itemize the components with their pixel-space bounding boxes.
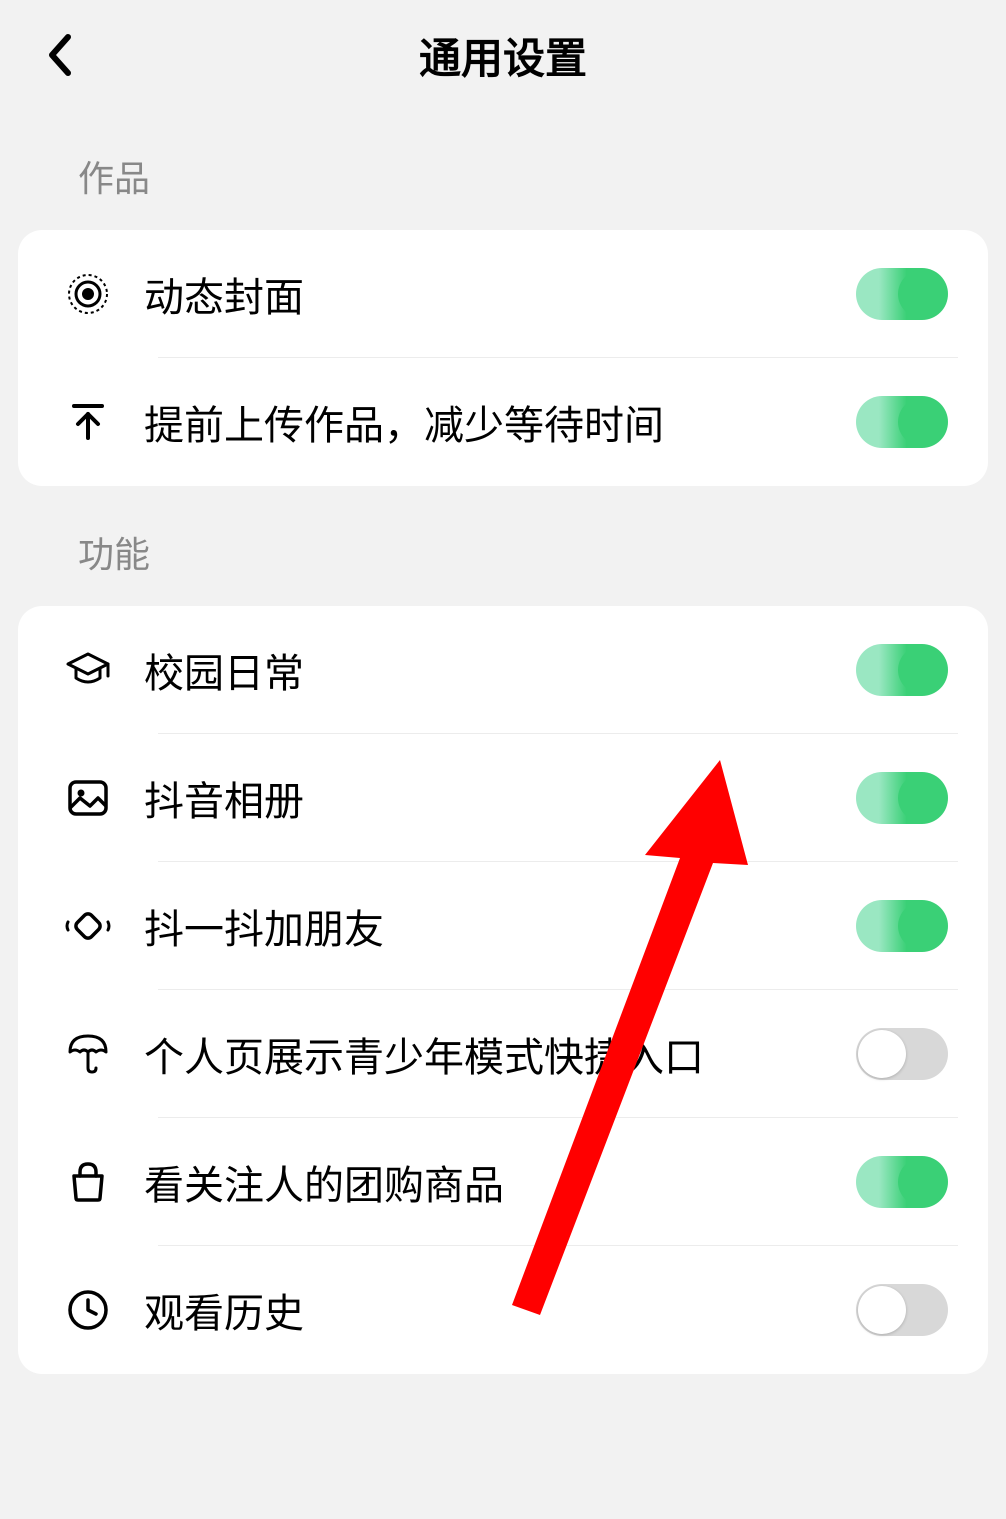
upload-icon — [64, 398, 112, 446]
header: 通用设置 — [0, 0, 1006, 110]
row-label: 个人页展示青少年模式快捷入口 — [144, 1025, 856, 1083]
settings-row-history: 观看历史 — [18, 1246, 988, 1374]
settings-row-preupload: 提前上传作品，减少等待时间 — [18, 358, 988, 486]
toggle-dynamic-cover[interactable] — [856, 268, 948, 320]
clock-icon — [64, 1286, 112, 1334]
back-button[interactable] — [40, 35, 80, 75]
row-label: 校园日常 — [144, 641, 856, 699]
row-label: 抖音相册 — [144, 769, 856, 827]
settings-row-campus: 校园日常 — [18, 606, 988, 734]
section-label-features: 功能 — [0, 486, 1006, 606]
toggle-campus[interactable] — [856, 644, 948, 696]
shake-icon — [64, 902, 112, 950]
toggle-shake[interactable] — [856, 900, 948, 952]
row-label: 提前上传作品，减少等待时间 — [144, 393, 856, 451]
settings-row-album: 抖音相册 — [18, 734, 988, 862]
row-label: 抖一抖加朋友 — [144, 897, 856, 955]
back-chevron-icon — [46, 33, 74, 77]
toggle-teen-mode[interactable] — [856, 1028, 948, 1080]
settings-group-features: 校园日常 抖音相册 抖一抖加朋友 — [18, 606, 988, 1374]
photo-icon — [64, 774, 112, 822]
row-label: 看关注人的团购商品 — [144, 1153, 856, 1211]
settings-group-works: 动态封面 提前上传作品，减少等待时间 — [18, 230, 988, 486]
settings-row-shake: 抖一抖加朋友 — [18, 862, 988, 990]
settings-row-dynamic-cover: 动态封面 — [18, 230, 988, 358]
toggle-history[interactable] — [856, 1284, 948, 1336]
toggle-album[interactable] — [856, 772, 948, 824]
page-title: 通用设置 — [419, 25, 587, 86]
toggle-group-buy[interactable] — [856, 1156, 948, 1208]
settings-row-group-buy: 看关注人的团购商品 — [18, 1118, 988, 1246]
settings-row-teen-mode: 个人页展示青少年模式快捷入口 — [18, 990, 988, 1118]
bag-icon — [64, 1158, 112, 1206]
row-label: 动态封面 — [144, 265, 856, 323]
umbrella-icon — [64, 1030, 112, 1078]
target-icon — [64, 270, 112, 318]
row-label: 观看历史 — [144, 1281, 856, 1339]
section-label-works: 作品 — [0, 110, 1006, 230]
graduation-cap-icon — [64, 646, 112, 694]
toggle-preupload[interactable] — [856, 396, 948, 448]
